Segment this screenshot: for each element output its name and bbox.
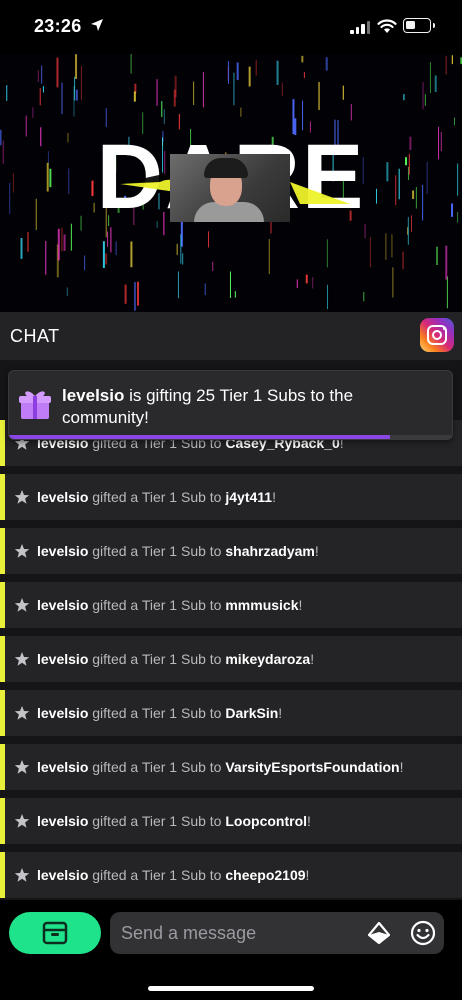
star-icon — [14, 813, 30, 829]
wifi-icon — [377, 19, 397, 33]
instagram-icon[interactable] — [420, 318, 454, 352]
gift-box-icon — [19, 391, 51, 419]
chat-message-suffix: ! — [310, 651, 315, 667]
chat-message-user[interactable]: levelsio — [37, 651, 88, 667]
chat-message-text: levelsio gifted a Tier 1 Sub to cheepo21… — [37, 867, 309, 883]
gift-banner-progress-fill — [9, 435, 390, 439]
chat-message[interactable]: levelsio gifted a Tier 1 Sub to mikeydar… — [0, 636, 462, 682]
chat-message-recipient[interactable]: mikeydaroza — [225, 651, 310, 667]
gift-banner-progress — [9, 435, 452, 439]
emoji-icon[interactable] — [410, 920, 436, 946]
star-icon — [14, 489, 30, 505]
store-box-icon — [42, 921, 68, 945]
chat-message[interactable]: levelsio gifted a Tier 1 Sub to mmmusick… — [0, 582, 462, 628]
chat-message-text: levelsio gifted a Tier 1 Sub to mmmusick… — [37, 597, 302, 613]
diamond-icon[interactable] — [368, 922, 390, 944]
chat-message-action: gifted a Tier 1 Sub to — [88, 813, 226, 829]
chat-message-recipient[interactable]: Loopcontrol — [225, 813, 307, 829]
chat-message-recipient[interactable]: cheepo2109 — [225, 867, 305, 883]
chat-message-user[interactable]: levelsio — [37, 489, 88, 505]
cellular-signal-icon — [350, 20, 370, 34]
chat-message-text: levelsio gifted a Tier 1 Sub to DarkSin! — [37, 705, 282, 721]
chat-message-suffix: ! — [298, 597, 303, 613]
chat-header: CHAT — [0, 312, 462, 360]
chat-message-user[interactable]: levelsio — [37, 867, 88, 883]
chat-message-action: gifted a Tier 1 Sub to — [88, 867, 226, 883]
chat-message-action: gifted a Tier 1 Sub to — [88, 759, 226, 775]
message-input[interactable] — [110, 912, 444, 954]
chat-message-text: levelsio gifted a Tier 1 Sub to VarsityE… — [37, 759, 404, 775]
star-icon — [14, 705, 30, 721]
bottom-bar — [0, 900, 462, 1000]
chat-message-user[interactable]: levelsio — [37, 543, 88, 559]
chat-message-suffix: ! — [314, 543, 319, 559]
store-button[interactable] — [9, 912, 101, 954]
streamer-webcam — [170, 154, 290, 222]
chat-message-text: levelsio gifted a Tier 1 Sub to shahrzad… — [37, 543, 319, 559]
battery-icon — [403, 18, 435, 33]
chat-message-action: gifted a Tier 1 Sub to — [88, 597, 226, 613]
chat-message-recipient[interactable]: mmmusick — [225, 597, 298, 613]
star-icon — [14, 759, 30, 775]
chat-message[interactable]: levelsio gifted a Tier 1 Sub to Loopcont… — [0, 798, 462, 844]
video-player[interactable]: DARE — [0, 54, 462, 312]
chat-title: CHAT — [10, 326, 60, 346]
chat-message-suffix: ! — [307, 813, 311, 829]
chat-message-user[interactable]: levelsio — [37, 813, 88, 829]
chat-message[interactable]: levelsio gifted a Tier 1 Sub to DarkSin! — [0, 690, 462, 736]
chat-message-recipient[interactable]: VarsityEsportsFoundation — [225, 759, 399, 775]
star-icon — [14, 651, 30, 667]
chat-message-suffix: ! — [399, 759, 404, 775]
status-time: 23:26 — [34, 16, 82, 36]
chat-message-list[interactable]: levelsio gifted a Tier 1 Sub to Casey_Ry… — [0, 360, 462, 900]
star-icon — [14, 867, 30, 883]
home-indicator — [148, 986, 314, 991]
chat-message-recipient[interactable]: shahrzadyam — [225, 543, 314, 559]
chat-message[interactable]: levelsio gifted a Tier 1 Sub to j4yt411! — [0, 474, 462, 520]
location-arrow-icon — [91, 19, 103, 31]
chat-message[interactable]: levelsio gifted a Tier 1 Sub to VarsityE… — [0, 744, 462, 790]
chat-message-user[interactable]: levelsio — [37, 597, 88, 613]
chat-message-text: levelsio gifted a Tier 1 Sub to j4yt411! — [37, 489, 276, 505]
chat-message-recipient[interactable]: j4yt411 — [225, 489, 272, 505]
chat-message-action: gifted a Tier 1 Sub to — [88, 651, 226, 667]
star-icon — [14, 597, 30, 613]
chat-message-suffix: ! — [272, 489, 276, 505]
chat-message-action: gifted a Tier 1 Sub to — [88, 489, 226, 505]
chat-message-action: gifted a Tier 1 Sub to — [88, 705, 226, 721]
chat-message-text: levelsio gifted a Tier 1 Sub to mikeydar… — [37, 651, 314, 667]
star-icon — [14, 543, 30, 559]
chat-message-text: levelsio gifted a Tier 1 Sub to Loopcont… — [37, 813, 311, 829]
chat-message[interactable]: levelsio gifted a Tier 1 Sub to cheepo21… — [0, 852, 462, 898]
chat-message-suffix: ! — [278, 705, 283, 721]
chat-message-user[interactable]: levelsio — [37, 759, 88, 775]
chat-message[interactable]: levelsio gifted a Tier 1 Sub to shahrzad… — [0, 528, 462, 574]
gift-banner-text: levelsio is gifting 25 Tier 1 Subs to th… — [62, 385, 362, 429]
gift-sub-banner: levelsio is gifting 25 Tier 1 Subs to th… — [8, 370, 453, 440]
status-bar: 23:26 — [0, 0, 462, 54]
gift-banner-user: levelsio — [62, 386, 125, 405]
chat-message-action: gifted a Tier 1 Sub to — [88, 543, 226, 559]
chat-message-recipient[interactable]: DarkSin — [225, 705, 278, 721]
chat-message-user[interactable]: levelsio — [37, 705, 88, 721]
chat-message-suffix: ! — [305, 867, 310, 883]
